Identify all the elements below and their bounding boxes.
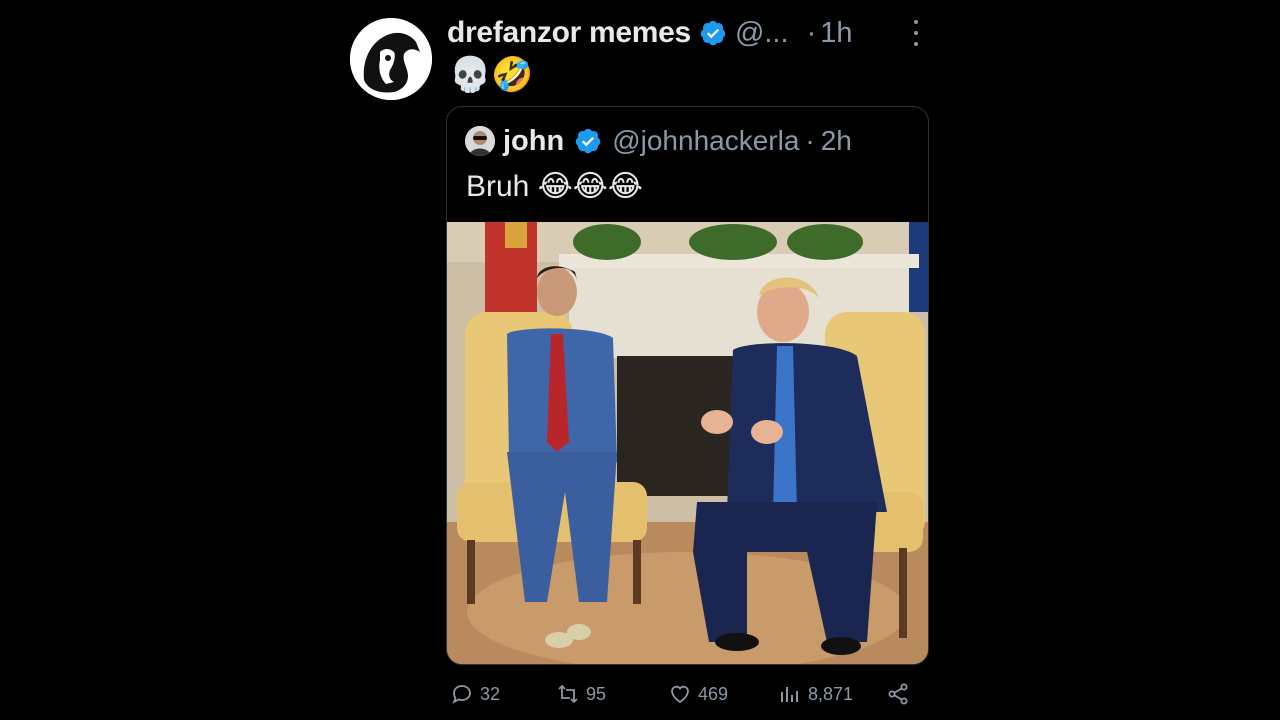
post-time[interactable]: 1h [820, 17, 852, 50]
more-icon[interactable] [908, 20, 924, 46]
quoted-author-avatar[interactable] [465, 126, 495, 156]
repost-icon [558, 684, 578, 704]
repost-count: 95 [586, 683, 607, 704]
quoted-time-separator: · [805, 125, 815, 156]
like-button[interactable]: 469 [668, 678, 728, 710]
verified-badge-icon [574, 127, 602, 155]
share-button[interactable] [886, 678, 910, 710]
quoted-text-words: Bruh [466, 170, 530, 203]
quoted-header: john @johnhackerla · 2h [465, 121, 852, 161]
views-count: 8,871 [808, 683, 854, 704]
reply-icon [452, 685, 471, 704]
like-count: 469 [698, 683, 729, 704]
repost-button[interactable]: 95 [556, 678, 606, 710]
quoted-text: Bruh 😂😂😂 [466, 167, 643, 207]
reply-count: 32 [480, 683, 501, 704]
quoted-author-handle[interactable]: @johnhackerla [612, 125, 799, 157]
author-handle[interactable]: @... [735, 17, 789, 50]
views-icon [781, 687, 798, 702]
tweet-text: 💀🤣 [449, 55, 534, 95]
like-icon [671, 685, 689, 704]
quoted-tweet[interactable]: john @johnhackerla · 2h Bruh 😂😂😂 [446, 106, 929, 665]
verified-badge-icon [699, 19, 727, 47]
quoted-time[interactable]: 2h [821, 125, 852, 157]
quoted-media-photo[interactable] [447, 222, 928, 664]
share-icon [888, 683, 908, 705]
author-name[interactable]: drefanzor memes [447, 16, 691, 50]
quoted-text-emoji: 😂😂😂 [537, 169, 643, 204]
tweet: drefanzor memes @... · 1h 💀🤣 john @johnh… [0, 0, 1280, 720]
author-avatar[interactable] [350, 18, 432, 100]
action-bar: 32 95 469 8,871 [446, 678, 926, 710]
views-button[interactable]: 8,871 [778, 678, 853, 710]
quoted-author-name[interactable]: john [503, 125, 564, 158]
time-separator: · [806, 16, 817, 49]
reply-button[interactable]: 32 [450, 678, 500, 710]
tweet-header: drefanzor memes @... · 1h [447, 12, 853, 54]
